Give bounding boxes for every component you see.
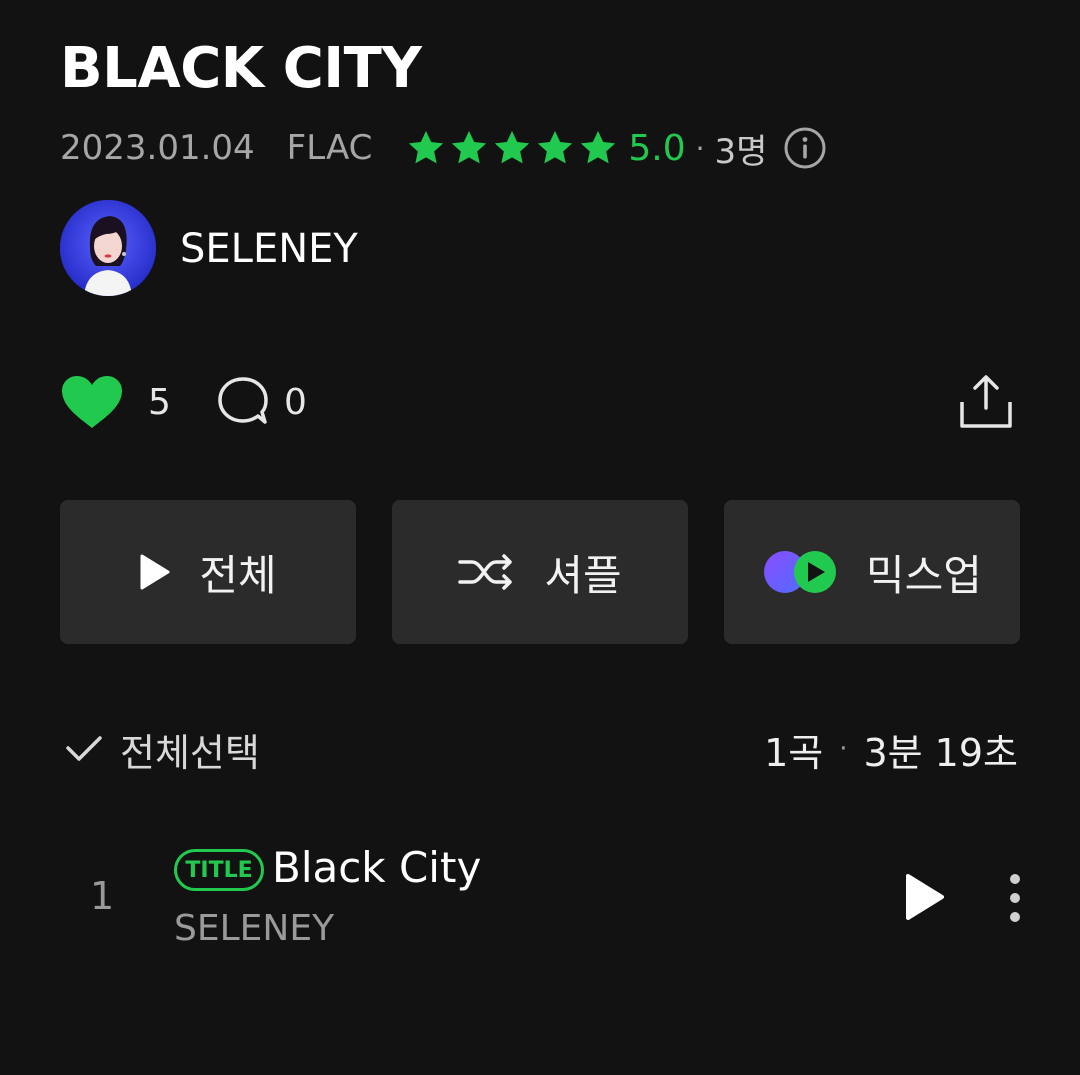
star-icon xyxy=(581,131,616,164)
heart-icon[interactable] xyxy=(60,374,124,430)
track-play-icon[interactable] xyxy=(902,872,946,922)
avatar-image xyxy=(60,200,156,296)
play-all-button[interactable]: 전체 xyxy=(60,500,356,644)
more-icon[interactable] xyxy=(1002,872,1028,924)
comment-count: 0 xyxy=(284,381,307,423)
select-all-label: 전체선택 xyxy=(120,730,260,775)
separator-dot: · xyxy=(695,131,705,165)
tracklist-summary: 1곡 · 3분 19초 xyxy=(764,724,1018,775)
album-meta: 2023.01.04 FLAC 5.0 · 3명 xyxy=(60,124,827,172)
select-all[interactable]: 전체선택 xyxy=(64,724,260,775)
star-icon xyxy=(409,131,444,164)
rating-value: 5.0 xyxy=(628,127,686,169)
comment-icon[interactable] xyxy=(216,375,270,429)
mixup-icon xyxy=(764,551,837,593)
share-icon[interactable] xyxy=(956,372,1016,432)
star-icon xyxy=(495,131,530,164)
shuffle-button[interactable]: 셔플 xyxy=(392,500,688,644)
comment-group[interactable]: 0 xyxy=(216,372,307,432)
release-date: 2023.01.04 xyxy=(60,128,255,168)
star-icon xyxy=(538,131,573,164)
album-title: BLACK CITY xyxy=(60,36,422,101)
artist-name[interactable]: SELENEY xyxy=(180,224,358,274)
rating-stars xyxy=(406,128,618,168)
title-badge: TITLE xyxy=(174,849,264,891)
track-title[interactable]: Black City xyxy=(272,842,481,894)
play-icon xyxy=(140,554,170,590)
shuffle-label: 셔플 xyxy=(544,550,622,600)
total-duration: 3분 19초 xyxy=(863,730,1018,775)
like-group[interactable]: 5 xyxy=(60,372,171,432)
star-icon xyxy=(452,131,487,164)
info-icon[interactable] xyxy=(783,126,827,170)
separator-dot: · xyxy=(839,734,848,764)
like-count: 5 xyxy=(148,381,171,423)
audio-format: FLAC xyxy=(286,128,373,168)
track-artist[interactable]: SELENEY xyxy=(174,906,334,952)
artist-avatar[interactable] xyxy=(60,200,156,296)
mixup-label: 믹스업 xyxy=(866,550,982,600)
mixup-button[interactable]: 믹스업 xyxy=(724,500,1020,644)
check-icon xyxy=(66,736,102,761)
track-number: 1 xyxy=(90,874,115,918)
song-count: 1곡 xyxy=(764,730,824,775)
shuffle-icon xyxy=(458,554,513,590)
rater-count: 3명 xyxy=(714,131,768,172)
play-all-label: 전체 xyxy=(199,550,277,600)
